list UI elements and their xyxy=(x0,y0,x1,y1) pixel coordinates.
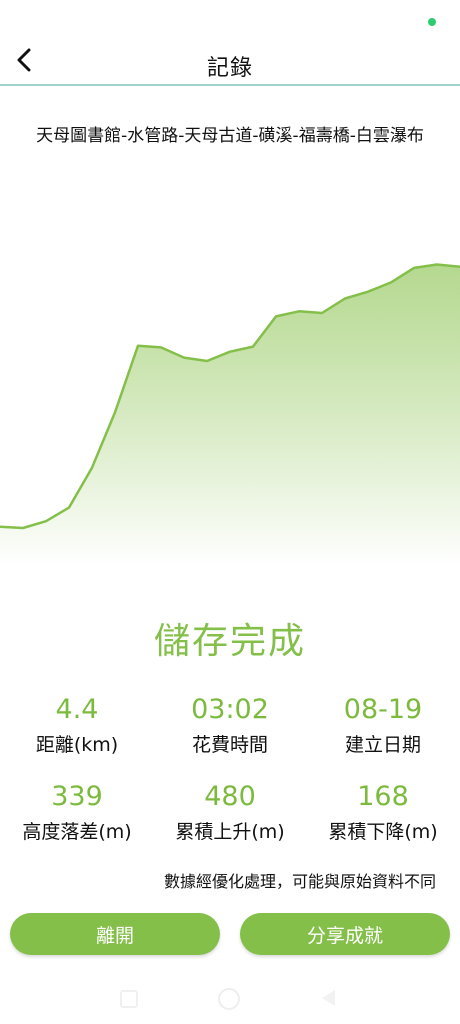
stat-distance: 4.4 距離(km) xyxy=(2,692,152,757)
route-name: 天母圖書館-水管路-天母古道-磺溪-福壽橋-白雲瀑布 xyxy=(36,126,424,146)
stat-label: 建立日期 xyxy=(344,734,421,756)
elevation-chart xyxy=(0,263,460,565)
stat-duration: 03:02 花費時間 xyxy=(155,692,305,757)
elevation-area xyxy=(0,264,460,565)
app-header: 記錄 xyxy=(0,38,460,86)
nav-back-icon[interactable] xyxy=(322,990,335,1006)
home-icon[interactable] xyxy=(218,988,240,1010)
leave-button[interactable]: 離開 xyxy=(10,913,220,955)
system-nav-bar xyxy=(0,984,460,1014)
stat-value: 4.4 xyxy=(55,694,99,725)
stat-label: 花費時間 xyxy=(191,734,268,756)
stat-value: 03:02 xyxy=(191,694,269,725)
stat-label: 累積下降(m) xyxy=(328,821,438,843)
stat-value: 08-19 xyxy=(343,694,423,725)
stat-date: 08-19 建立日期 xyxy=(308,692,458,757)
stat-value: 480 xyxy=(204,781,256,812)
save-complete-message: 儲存完成 xyxy=(153,621,306,662)
stat-label: 累積上升(m) xyxy=(175,821,285,843)
stat-elevation-diff: 339 高度落差(m) xyxy=(2,779,152,844)
stat-total-ascent: 480 累積上升(m) xyxy=(155,779,305,844)
recent-apps-icon[interactable] xyxy=(120,990,138,1008)
stat-label: 高度落差(m) xyxy=(22,821,132,843)
share-button[interactable]: 分享成就 xyxy=(240,913,450,955)
stat-total-descent: 168 累積下降(m) xyxy=(308,779,458,844)
stat-label: 距離(km) xyxy=(35,734,119,756)
data-processing-note: 數據經優化處理，可能與原始資料不同 xyxy=(163,872,436,891)
status-indicator-dot xyxy=(428,18,436,26)
page-title: 記錄 xyxy=(206,56,253,81)
stat-value: 168 xyxy=(357,781,409,812)
stat-value: 339 xyxy=(51,781,103,812)
